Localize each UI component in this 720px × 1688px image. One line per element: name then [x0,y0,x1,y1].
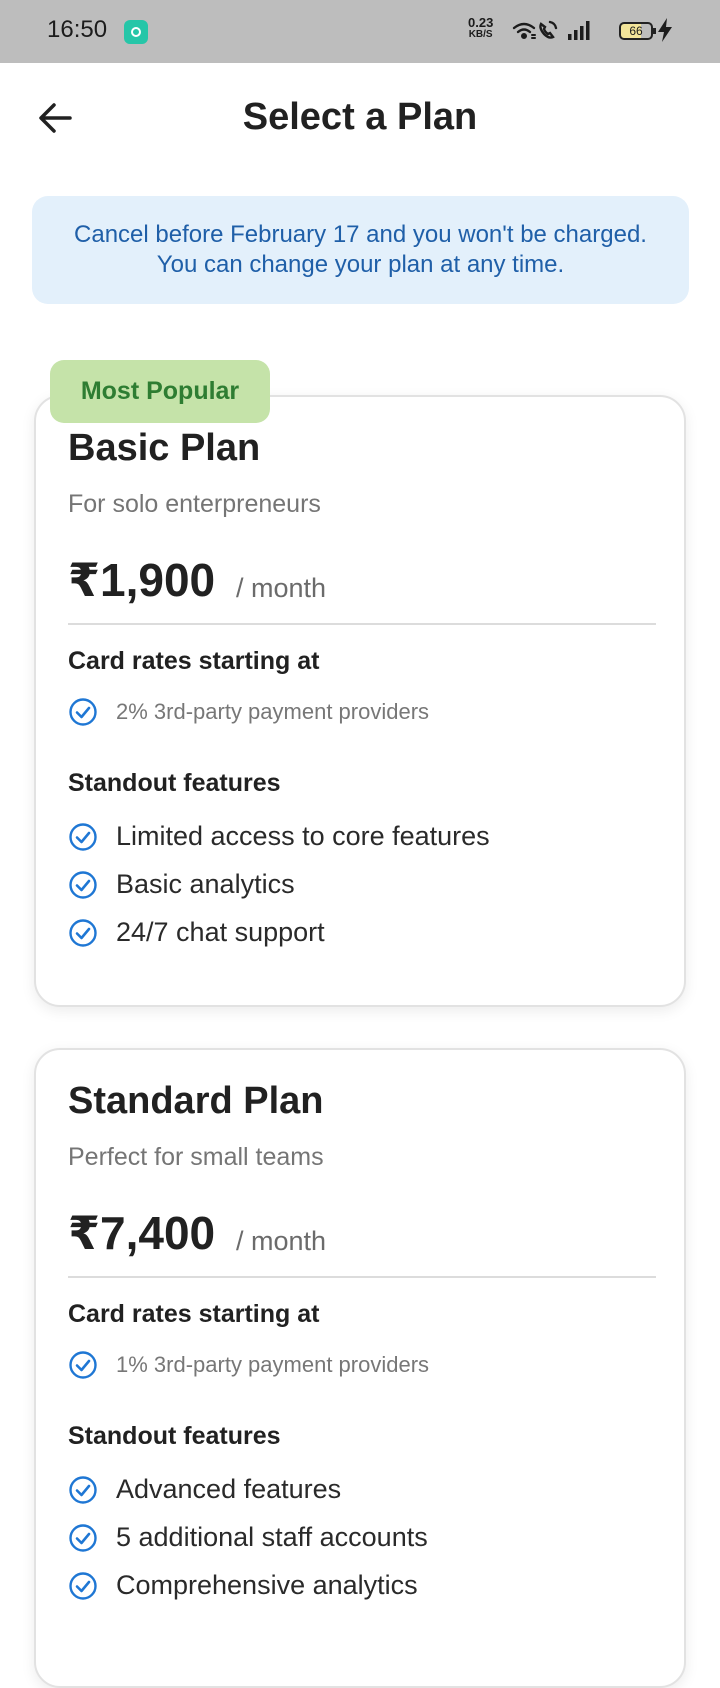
feature-text: Basic analytics [116,869,295,899]
network-speed-value: 0.23 [468,15,494,30]
divider [68,1276,656,1278]
charging-icon [658,18,672,42]
check-circle-icon [69,1523,97,1552]
check-circle-icon [69,1475,97,1504]
card-rates-title: Card rates starting at [68,647,320,675]
check-circle-icon [69,870,97,899]
rate-item: 2% 3rd-party payment providers [68,697,429,727]
plan-card-standard[interactable]: Standard Plan Perfect for small teams ₹7… [34,1048,686,1688]
plan-description: For solo enterpreneurs [68,490,321,518]
plan-name: Basic Plan [68,427,261,469]
plan-period: / month [236,1226,327,1256]
feature-text: Limited access to core features [116,821,490,851]
check-circle-icon [69,698,97,726]
plan-price: ₹1,900 [68,554,216,606]
page-title: Select a Plan [242,96,478,138]
rate-text: 1% 3rd-party payment providers [116,1352,430,1377]
feature-text: 5 additional staff accounts [116,1522,428,1552]
feature-item: 5 additional staff accounts [68,1522,428,1553]
feature-text: Advanced features [116,1474,342,1504]
divider [68,623,656,625]
rate-text: 2% 3rd-party payment providers [116,699,430,724]
feature-item: Basic analytics [68,869,295,900]
check-circle-icon [69,822,97,851]
feature-item: Limited access to core features [68,821,490,852]
feature-text: 24/7 chat support [116,917,325,947]
network-speed: 0.23 KB/S [468,15,494,41]
status-time: 16:50 [47,16,108,43]
wifi-icon [512,22,536,40]
status-bar: 16:50 0.23 KB/S 66 [0,0,720,63]
feature-item: 24/7 chat support [68,917,325,948]
battery-level: 66 [629,24,643,38]
plan-description: Perfect for small teams [68,1143,324,1171]
card-rates-title: Card rates starting at [68,1300,320,1328]
battery-icon: 66 [619,22,656,40]
standout-features-title: Standout features [68,769,281,797]
check-circle-icon [69,1351,97,1379]
trial-notice-text: Cancel before February 17 and you won't … [74,221,647,278]
plan-name: Standard Plan [68,1080,324,1122]
most-popular-badge: Most Popular [50,360,270,423]
check-circle-icon [69,1571,97,1600]
app-notification-icon [124,20,148,44]
plan-card-basic[interactable]: Basic Plan For solo enterpreneurs ₹1,900… [34,395,686,1007]
plan-price: ₹7,400 [68,1207,216,1259]
status-icons [512,20,590,40]
feature-item: Comprehensive analytics [68,1570,418,1601]
feature-text: Comprehensive analytics [116,1570,418,1600]
rate-item: 1% 3rd-party payment providers [68,1350,429,1380]
standout-features-title: Standout features [68,1422,281,1450]
signal-icon [568,21,590,40]
plan-period: / month [236,573,327,603]
call-icon [539,20,558,39]
check-circle-icon [69,918,97,947]
network-speed-unit: KB/S [468,29,493,40]
trial-notice: Cancel before February 17 and you won't … [32,196,689,304]
feature-item: Advanced features [68,1474,341,1505]
